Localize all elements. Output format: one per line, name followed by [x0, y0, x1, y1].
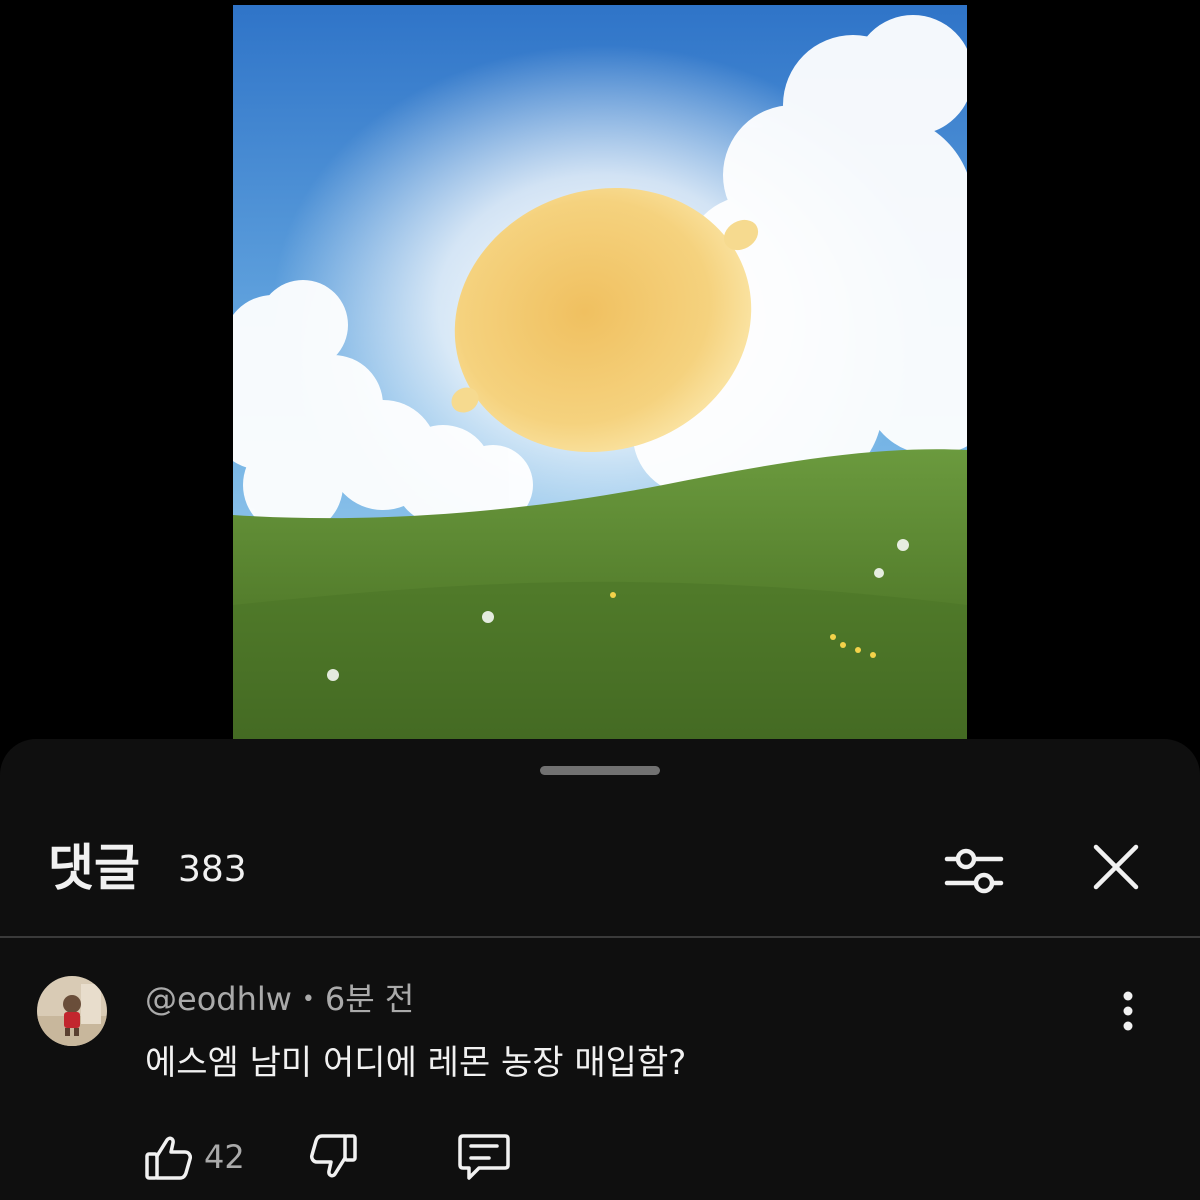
close-icon [1093, 844, 1139, 890]
like-count: 42 [204, 1138, 245, 1176]
more-vertical-icon [1123, 991, 1133, 1031]
drag-handle[interactable] [540, 766, 660, 775]
avatar[interactable] [37, 976, 107, 1046]
reply-icon [458, 1134, 510, 1180]
meta-separator: • [301, 987, 315, 1012]
dislike-button[interactable] [306, 1129, 362, 1185]
comment-author[interactable]: @eodhlw [145, 980, 292, 1018]
avatar-image [37, 976, 107, 1046]
thumbnail-illustration [233, 5, 967, 745]
reply-button[interactable] [454, 1129, 514, 1185]
sliders-icon [944, 848, 1004, 894]
comments-count: 383 [178, 849, 247, 890]
like-button[interactable] [140, 1129, 196, 1185]
comment-text: 에스엠 남미 어디에 레몬 농장 매입함? [145, 1043, 687, 1083]
comments-sheet: 댓글 383 @eodhlw • 6분 전 에스엠 남미 어디에 레몬 농장 매… [0, 739, 1200, 1200]
comment-time: 6분 전 [324, 980, 415, 1018]
comment-meta: @eodhlw • 6분 전 [145, 977, 414, 1022]
comments-title: 댓글 [48, 839, 140, 897]
close-button[interactable] [1080, 831, 1152, 903]
comment-more-button[interactable] [1104, 987, 1152, 1035]
thumbs-down-icon [310, 1134, 357, 1178]
thumbs-up-icon [145, 1136, 192, 1180]
sort-filter-button[interactable] [938, 835, 1010, 907]
screen: 댓글 383 @eodhlw • 6분 전 에스엠 남미 어디에 레몬 농장 매… [0, 0, 1200, 1200]
video-thumbnail[interactable] [233, 5, 967, 745]
header-divider [0, 936, 1200, 938]
